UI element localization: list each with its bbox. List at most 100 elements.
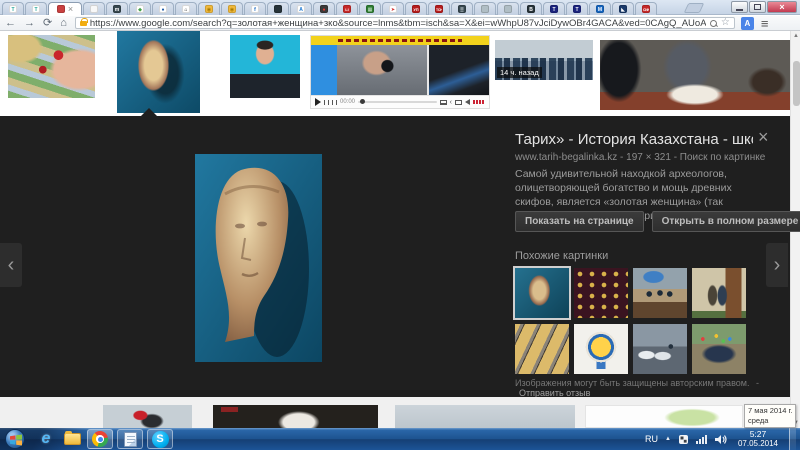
related-image-gold-plaques[interactable]	[574, 268, 628, 318]
browser-menu-icon[interactable]: ≡	[761, 17, 769, 30]
result-thumb-money-hands[interactable]	[8, 35, 95, 98]
result-thumb-man-at-desk[interactable]	[600, 40, 790, 110]
browser-tab[interactable]: ≣	[451, 2, 473, 15]
system-tray: RU ▲ 5:27 07.05.2014	[645, 428, 800, 450]
browser-tab[interactable]: B	[520, 2, 542, 15]
browser-tab[interactable]: T	[566, 2, 588, 15]
play-icon[interactable]	[315, 98, 321, 106]
browser-tab[interactable]: ◉	[198, 2, 220, 15]
new-tab-button[interactable]	[684, 3, 705, 13]
scrollbar-thumb[interactable]	[793, 61, 800, 106]
bottom-thumb-red-hat[interactable]	[103, 405, 192, 428]
preview-title[interactable]: Тарих» - История Казахстана - шко...	[515, 131, 753, 148]
scroll-up-arrow[interactable]: ▲	[792, 33, 800, 39]
taskbar-clock[interactable]: 5:27 07.05.2014	[734, 429, 782, 449]
taskbar-skype-button[interactable]: S	[147, 429, 173, 449]
related-image-crowd[interactable]	[692, 324, 746, 374]
home-button[interactable]: ⌂	[60, 17, 67, 30]
open-full-size-button[interactable]: Открыть в полном размере	[652, 211, 800, 232]
taskbar-notepad-button[interactable]	[117, 429, 143, 449]
tab-favicon: ▦	[366, 5, 374, 13]
window-close-button[interactable]: ×	[767, 1, 797, 13]
similar-images-title: Похожие картинки	[515, 250, 608, 262]
browser-tab[interactable]: УП	[405, 2, 427, 15]
browser-tab[interactable]: f	[244, 2, 266, 15]
bottom-thumb-dark-scene[interactable]	[213, 405, 378, 428]
video-banner-text-art	[338, 39, 463, 42]
browser-tab[interactable]: ◆	[129, 2, 151, 15]
video-progress-bar[interactable]	[358, 101, 437, 103]
skip-forward-icon[interactable]	[332, 100, 337, 105]
forward-button[interactable]: →	[24, 17, 35, 30]
related-image-emblem[interactable]	[574, 324, 628, 374]
notepad-icon	[124, 432, 137, 447]
browser-tab[interactable]: ◉	[221, 2, 243, 15]
browser-tab[interactable]	[474, 2, 496, 15]
result-thumb-city-news[interactable]: 14 ч. назад	[495, 40, 593, 80]
clock-time: 5:27	[738, 429, 778, 439]
result-thumb-golden-head-selected[interactable]	[117, 31, 200, 113]
window-minimize-button[interactable]	[731, 1, 748, 13]
tray-expand-icon[interactable]: ▲	[665, 436, 671, 442]
browser-tab[interactable]: LI	[336, 2, 358, 15]
related-image-daggers[interactable]	[515, 324, 569, 374]
browser-tab[interactable]: A	[290, 2, 312, 15]
previous-image-chevron[interactable]: ‹	[0, 243, 22, 287]
share-icon[interactable]: ‹	[450, 99, 452, 106]
start-button[interactable]	[5, 429, 25, 449]
window-maximize-button[interactable]	[749, 1, 766, 13]
network-signal-icon[interactable]	[696, 434, 708, 444]
reload-button[interactable]: ⟳	[43, 17, 52, 30]
tab-favicon: ➤	[389, 5, 397, 13]
address-bar[interactable]: https://www.google.com/search?q=золотая+…	[75, 17, 735, 29]
tab-favicon	[504, 5, 512, 13]
browser-tab[interactable]	[83, 2, 105, 15]
browser-tab[interactable]: m	[106, 2, 128, 15]
preview-golden-head-image[interactable]	[195, 154, 322, 362]
show-desktop-button[interactable]	[789, 428, 796, 450]
tab-close-icon[interactable]: ×	[68, 5, 73, 14]
skip-back-icon[interactable]	[324, 100, 329, 105]
browser-tab[interactable]: ●	[152, 2, 174, 15]
browser-tab[interactable]: ●	[313, 2, 335, 15]
browser-tab[interactable]: ⌂	[175, 2, 197, 15]
language-indicator[interactable]: RU	[645, 434, 658, 444]
next-image-chevron[interactable]: ›	[766, 243, 788, 287]
back-button[interactable]: ←	[5, 17, 16, 30]
related-image-police-cars[interactable]	[633, 324, 687, 374]
browser-tab-active[interactable]: ×	[48, 2, 82, 15]
related-image-meeting[interactable]	[633, 268, 687, 318]
browser-tab[interactable]: M	[589, 2, 611, 15]
browser-tab[interactable]: T	[25, 2, 47, 15]
browser-tab[interactable]	[267, 2, 289, 15]
show-on-page-button[interactable]: Показать на странице	[515, 211, 644, 232]
browser-tab[interactable]: ➤	[382, 2, 404, 15]
bottom-thumb-map[interactable]	[585, 405, 743, 428]
zoom-page-icon[interactable]	[710, 20, 717, 27]
bottom-thumb-gray-sky[interactable]	[395, 405, 575, 428]
browser-tab[interactable]: ▦	[359, 2, 381, 15]
panel-close-icon[interactable]: ×	[758, 128, 769, 146]
browser-tab[interactable]: T	[2, 2, 24, 15]
browser-tab[interactable]: CNN	[635, 2, 657, 15]
result-thumb-video-player[interactable]: 00:00 ‹	[310, 35, 490, 109]
browser-tab[interactable]: ТСН	[428, 2, 450, 15]
translate-extension-icon[interactable]: A	[741, 17, 754, 30]
taskbar-ie-icon[interactable]: e	[33, 429, 59, 449]
browser-tab[interactable]: ◣	[612, 2, 634, 15]
taskbar-chrome-button[interactable]	[87, 429, 113, 449]
volume-speaker-icon[interactable]	[715, 434, 727, 445]
related-image-golden-head[interactable]	[515, 268, 569, 318]
browser-toolbar: ← → ⟳ ⌂ https://www.google.com/search?q=…	[0, 16, 800, 31]
result-thumb-man-portrait[interactable]	[230, 35, 300, 98]
taskbar-explorer-icon[interactable]	[59, 429, 85, 449]
action-center-icon[interactable]	[678, 434, 689, 445]
browser-tab[interactable]	[497, 2, 519, 15]
playlist-icon[interactable]	[440, 100, 447, 105]
related-image-doorway[interactable]	[692, 268, 746, 318]
browser-tab[interactable]: T	[543, 2, 565, 15]
volume-icon[interactable]	[465, 99, 470, 105]
fullscreen-icon[interactable]	[455, 100, 462, 105]
bookmark-star-icon[interactable]: ☆	[721, 18, 730, 28]
skype-icon: S	[152, 431, 169, 448]
